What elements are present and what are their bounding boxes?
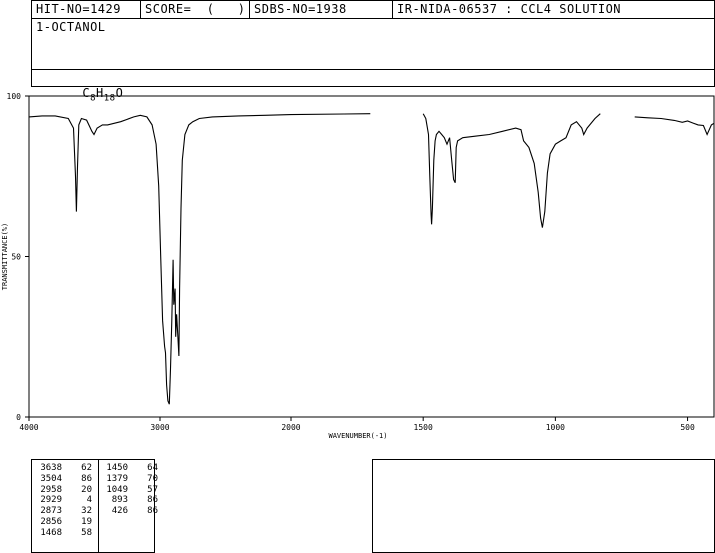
peak-transmittance: 62 <box>81 463 92 473</box>
peak-transmittance: 86 <box>147 506 158 517</box>
peak-wavenumber: 3504 <box>40 473 62 484</box>
header-box: HIT-NO=1429 SCORE= ( ) SDBS-NO=1938 IR-N… <box>31 0 715 103</box>
y-tick-label: 50 <box>11 253 21 262</box>
peak-transmittance: 19 <box>81 517 92 527</box>
peak-wavenumber: 426 <box>111 506 128 517</box>
ir-identifier: IR-NIDA-06537 : CCL4 SOLUTION <box>397 2 622 16</box>
peak-wavenumber: 2958 <box>40 484 62 495</box>
peak-transmittance: 64 <box>147 463 158 473</box>
formula-row: C8H18O <box>32 69 714 103</box>
peak-transmittance: 58 <box>81 527 92 538</box>
peak-transmittance: 86 <box>147 495 158 506</box>
peak-transmittance: 70 <box>147 473 158 484</box>
sdbs-number: SDBS-NO=1938 <box>250 1 393 18</box>
peak-wavenumber: 1450 <box>106 463 128 473</box>
x-tick-label: 4000 <box>19 423 38 432</box>
peak-wavenumber: 2873 <box>40 506 62 517</box>
peak-wavenumber: 3638 <box>40 463 62 473</box>
peak-wavenumber: 1049 <box>106 484 128 495</box>
y-axis-label: TRANSMITTANCE(%) <box>1 223 9 290</box>
compound-name: 1-OCTANOL <box>36 20 106 34</box>
info-box <box>372 459 715 553</box>
peak-list: 3638 62 3504 86 2958 20 2929 4 2873 32 2856 19 1468 5… <box>32 463 158 553</box>
x-tick-label: 1000 <box>546 423 565 432</box>
peak-transmittance: 20 <box>81 484 92 495</box>
peak-wavenumber: 2856 <box>40 517 62 527</box>
y-tick-label: 0 <box>16 413 21 422</box>
x-tick-label: 2000 <box>281 423 300 432</box>
ir-spectrum-chart: 4000 3000 2000 1500 1000 500 0 50 100 WAVENUMBER(… <box>1 92 715 440</box>
spectrum-segment-3 <box>634 116 715 136</box>
x-tick-label: 500 <box>680 423 695 432</box>
x-tick-label: 3000 <box>150 423 169 432</box>
peak-table: 3638 62 3504 86 2958 20 2929 4 2873 32 2856 19 1468 5… <box>31 459 158 553</box>
peak-transmittance: 86 <box>81 473 92 484</box>
peak-transmittance: 4 <box>86 495 92 506</box>
peak-transmittance: 32 <box>81 506 92 517</box>
score: SCORE= ( ) <box>141 1 250 18</box>
x-axis-label: WAVENUMBER(-1) <box>328 432 387 440</box>
spectrum-segment-2 <box>422 113 601 228</box>
x-tick-label: 1500 <box>414 423 433 432</box>
y-tick-label: 100 <box>7 92 22 101</box>
plot-frame <box>28 95 715 418</box>
spectrum-segment-1 <box>28 113 371 405</box>
peak-transmittance: 57 <box>147 484 158 495</box>
peak-wavenumber: 1468 <box>40 527 62 538</box>
header-row: HIT-NO=1429 SCORE= ( ) SDBS-NO=1938 IR-N… <box>32 1 714 19</box>
peak-wavenumber: 1379 <box>106 473 128 484</box>
peak-wavenumber: 893 <box>111 495 128 506</box>
peak-wavenumber: 2929 <box>40 495 62 506</box>
hit-number: HIT-NO=1429 <box>32 1 141 18</box>
